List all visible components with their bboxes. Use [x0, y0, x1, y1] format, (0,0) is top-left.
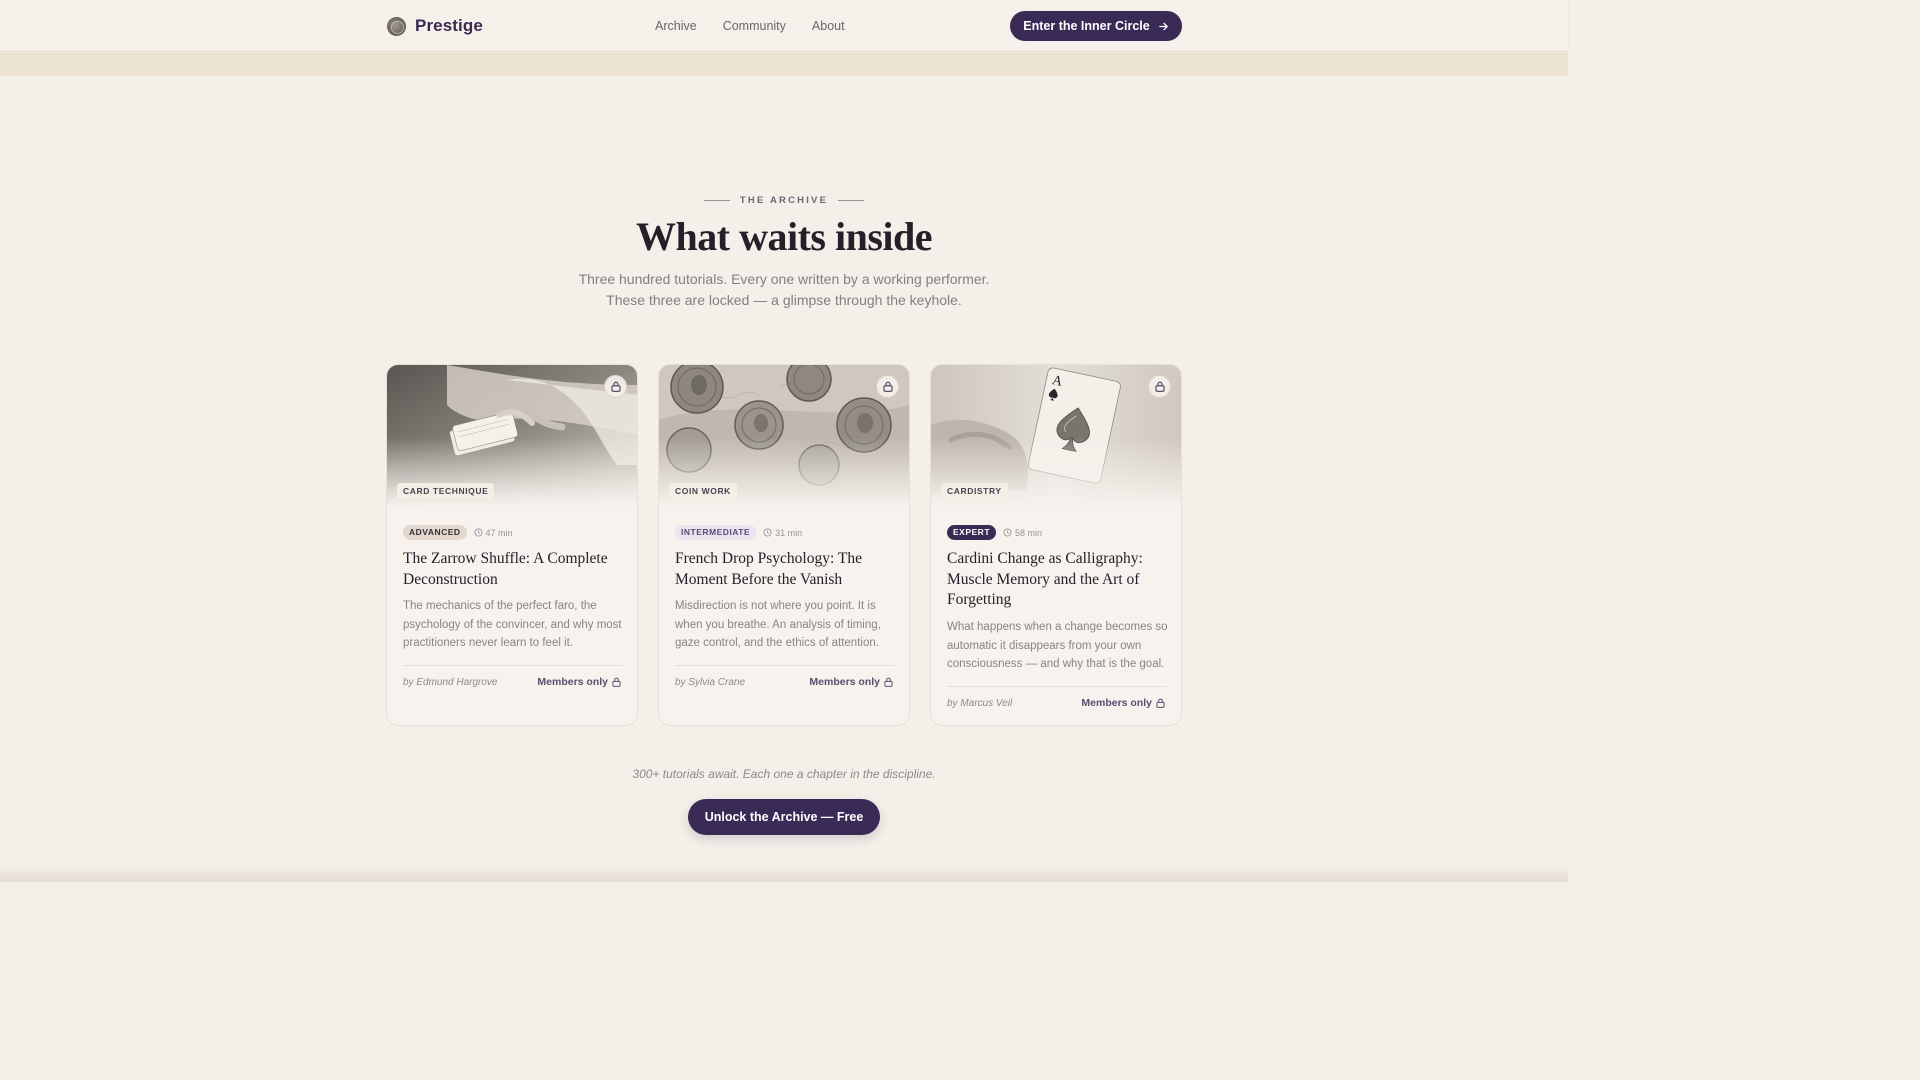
bottom-fade: [0, 866, 1568, 882]
category-tag: CARDISTRY: [941, 483, 1008, 499]
arrow-right-icon: [1158, 22, 1168, 30]
tutorial-card[interactable]: COIN WORK INTERMEDIATE 31 min French Dro…: [658, 364, 910, 726]
eyebrow-label: THE ARCHIVE: [739, 195, 829, 206]
enter-inner-circle-button[interactable]: Enter the Inner Circle: [1010, 11, 1182, 41]
clock-icon: [1003, 528, 1012, 537]
lock-icon: [884, 677, 893, 687]
nav-link-community[interactable]: Community: [723, 19, 786, 33]
lock-icon: [604, 375, 627, 398]
card-title[interactable]: Cardini Change as Calligraphy: Muscle Me…: [947, 549, 1169, 611]
duration-text: 58 min: [1015, 527, 1043, 538]
subtitle-line-2: These three are locked — a glimpse throu…: [606, 292, 962, 308]
logo-emblem-icon: [387, 16, 406, 36]
level-badge: ADVANCED: [403, 525, 467, 540]
header-band: [0, 53, 1568, 76]
card-meta: INTERMEDIATE 31 min: [675, 525, 802, 540]
card-description: The mechanics of the perfect faro, the p…: [403, 600, 622, 649]
tutorial-card[interactable]: CARD TECHNIQUE ADVANCED 47 min The Zarro…: [386, 364, 638, 726]
brand-logo[interactable]: Prestige: [387, 16, 483, 36]
lock-icon: [876, 375, 899, 398]
members-only-link[interactable]: Members only: [809, 676, 893, 688]
card-description: Misdirection is not where you point. It …: [675, 600, 881, 649]
lock-icon: [1156, 698, 1165, 708]
main-nav: Archive Community About: [655, 19, 871, 33]
enter-inner-circle-label: Enter the Inner Circle: [1023, 19, 1150, 33]
card-divider: [947, 686, 1167, 687]
card-meta: ADVANCED 47 min: [403, 525, 513, 540]
eyebrow-rule-right: [838, 200, 865, 201]
footer-note: 300+ tutorials await. Each one a chapter…: [632, 767, 936, 781]
lock-icon: [612, 677, 621, 687]
card-author: by Edmund Hargrove: [403, 677, 498, 688]
card-description: What happens when a change becomes so au…: [947, 621, 1168, 670]
section-eyebrow: THE ARCHIVE: [0, 188, 1568, 206]
subtitle-line-1: Three hundred tutorials. Every one writt…: [578, 271, 990, 287]
site-header: Prestige Archive Community About Enter t…: [0, 0, 1568, 52]
nav-link-archive[interactable]: Archive: [655, 19, 697, 33]
section-title: What waits inside: [636, 214, 933, 259]
card-divider: [403, 665, 623, 666]
card-divider: [675, 665, 895, 666]
members-only-link[interactable]: Members only: [537, 676, 621, 688]
duration: 47 min: [473, 527, 513, 538]
members-only-label: Members only: [537, 676, 608, 688]
duration-text: 31 min: [775, 527, 803, 538]
members-only-label: Members only: [809, 676, 880, 688]
level-badge: INTERMEDIATE: [675, 525, 757, 540]
unlock-archive-button[interactable]: Unlock the Archive — Free: [688, 799, 880, 835]
members-only-link[interactable]: Members only: [1081, 697, 1165, 709]
category-tag: COIN WORK: [669, 483, 737, 499]
eyebrow-rule-left: [703, 200, 730, 201]
card-title[interactable]: French Drop Psychology: The Moment Befor…: [675, 549, 897, 590]
tutorial-card[interactable]: A CARDISTRY EXPERT 58 min Cardini Change…: [930, 364, 1182, 726]
members-only-label: Members only: [1081, 697, 1152, 709]
card-author: by Marcus Veil: [947, 698, 1013, 709]
clock-icon: [763, 528, 772, 537]
duration: 58 min: [1003, 528, 1042, 538]
card-meta: EXPERT 58 min: [947, 525, 1042, 540]
level-badge: EXPERT: [947, 525, 997, 540]
duration: 31 min: [763, 528, 802, 538]
nav-link-about[interactable]: About: [812, 19, 845, 33]
card-title[interactable]: The Zarrow Shuffle: A Complete Deconstru…: [403, 549, 625, 590]
lock-icon: [1148, 375, 1171, 398]
category-tag: CARD TECHNIQUE: [397, 483, 495, 499]
card-author: by Sylvia Crane: [675, 677, 746, 688]
clock-icon: [473, 528, 483, 537]
brand-name: Prestige: [415, 16, 483, 35]
duration-text: 47 min: [485, 527, 513, 538]
section-subtitle: Three hundred tutorials. Every one writt…: [0, 269, 1568, 311]
